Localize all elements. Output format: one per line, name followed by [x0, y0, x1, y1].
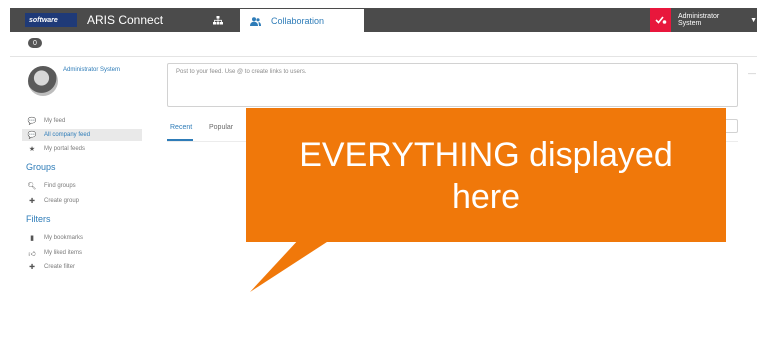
callout-line-1: EVERYTHING displayed [299, 136, 673, 174]
callout-line-2: here [451, 178, 521, 216]
callout-text: EVERYTHING displayed here [246, 134, 726, 218]
